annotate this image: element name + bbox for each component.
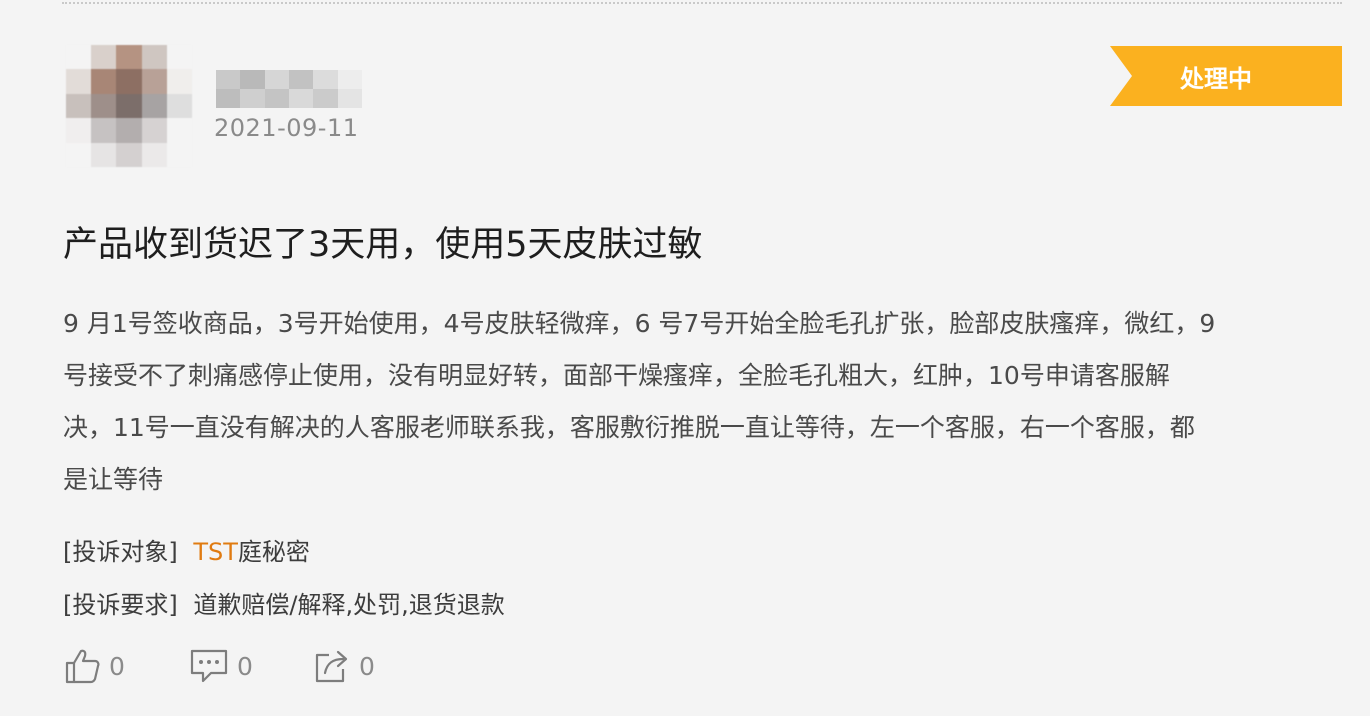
complaint-card: 2021-09-11 处理中 产品收到货迟了3天用，使用5天皮肤过敏 9 月1号… bbox=[0, 0, 1370, 716]
complaint-target-label: [投诉对象] bbox=[63, 538, 178, 566]
share-button[interactable]: 0 bbox=[313, 644, 375, 688]
status-text: 处理中 bbox=[1180, 65, 1252, 93]
avatar-pixel bbox=[141, 118, 167, 143]
avatar-pixel bbox=[166, 118, 192, 143]
avatar-pixel bbox=[141, 93, 167, 119]
username-pixel bbox=[289, 70, 314, 89]
avatar-pixel bbox=[66, 118, 92, 143]
complaint-request-row: [投诉要求] 道歉赔偿/解释,处罚,退货退款 bbox=[63, 585, 505, 620]
avatar[interactable] bbox=[66, 45, 192, 167]
username-pixel bbox=[313, 70, 338, 89]
comment-button[interactable]: 0 bbox=[189, 644, 253, 688]
thumbs-up-icon bbox=[65, 649, 100, 684]
username-pixel bbox=[337, 89, 362, 108]
avatar-pixel bbox=[116, 45, 142, 70]
status-badge: 处理中 bbox=[1110, 46, 1342, 106]
username-pixel bbox=[216, 70, 241, 89]
username-pixel bbox=[216, 89, 241, 108]
avatar-pixel bbox=[66, 69, 92, 94]
avatar-pixel bbox=[91, 93, 117, 119]
username-pixel bbox=[313, 89, 338, 108]
complaint-target-suffix[interactable]: 庭秘密 bbox=[238, 538, 310, 566]
avatar-pixel bbox=[116, 93, 142, 119]
body-line: 是让等待 bbox=[63, 465, 164, 494]
body-line: 决，11号一直没有解决的人客服老师联系我，客服敷衍推脱一直让等待，左一个客服，右… bbox=[63, 413, 1195, 442]
divider bbox=[62, 2, 1342, 4]
username-pixel bbox=[289, 89, 314, 108]
avatar-pixel bbox=[66, 142, 92, 167]
avatar-pixel bbox=[166, 45, 192, 70]
username-pixel bbox=[264, 70, 289, 89]
avatar-pixel bbox=[166, 93, 192, 119]
complaint-target-row: [投诉对象] TST庭秘密 bbox=[63, 532, 310, 567]
like-button[interactable]: 0 bbox=[63, 644, 125, 688]
post-date: 2021-09-11 bbox=[214, 114, 359, 142]
complaint-title[interactable]: 产品收到货迟了3天用，使用5天皮肤过敏 bbox=[63, 216, 703, 267]
share-count: 0 bbox=[359, 651, 375, 681]
avatar-pixel bbox=[91, 142, 117, 167]
avatar-pixel bbox=[141, 69, 167, 94]
avatar-pixel bbox=[116, 69, 142, 94]
username-pixel bbox=[240, 89, 265, 108]
avatar-pixel bbox=[91, 118, 117, 143]
complaint-request-value: 道歉赔偿/解释,处罚,退货退款 bbox=[193, 591, 505, 619]
body-line: 号接受不了刺痛感停止使用，没有明显好转，面部干燥瘙痒，全脸毛孔粗大，红肿，10号… bbox=[63, 361, 1170, 390]
username-pixel bbox=[264, 89, 289, 108]
avatar-pixel bbox=[166, 69, 192, 94]
body-line: 9 月1号签收商品，3号开始使用，4号皮肤轻微痒，6 号7号开始全脸毛孔扩张，脸… bbox=[63, 309, 1216, 338]
share-icon bbox=[315, 650, 348, 683]
avatar-pixel bbox=[66, 93, 92, 119]
complaint-request-label: [投诉要求] bbox=[63, 591, 178, 619]
complaint-body: 9 月1号签收商品，3号开始使用，4号皮肤轻微痒，6 号7号开始全脸毛孔扩张，脸… bbox=[63, 298, 1347, 506]
comment-icon bbox=[190, 649, 228, 683]
avatar-pixel bbox=[91, 45, 117, 70]
username-pixel bbox=[240, 70, 265, 89]
avatar-pixel bbox=[141, 45, 167, 70]
avatar-pixel bbox=[116, 118, 142, 143]
avatar-pixel bbox=[66, 45, 92, 70]
avatar-pixel bbox=[141, 142, 167, 167]
avatar-pixel bbox=[116, 142, 142, 167]
comment-count: 0 bbox=[237, 651, 253, 681]
like-count: 0 bbox=[109, 651, 125, 681]
avatar-pixel bbox=[166, 142, 192, 167]
complaint-target-link[interactable]: TST bbox=[193, 538, 238, 566]
avatar-pixel bbox=[91, 69, 117, 94]
username-blurred[interactable] bbox=[216, 70, 362, 108]
username-pixel bbox=[337, 70, 362, 89]
